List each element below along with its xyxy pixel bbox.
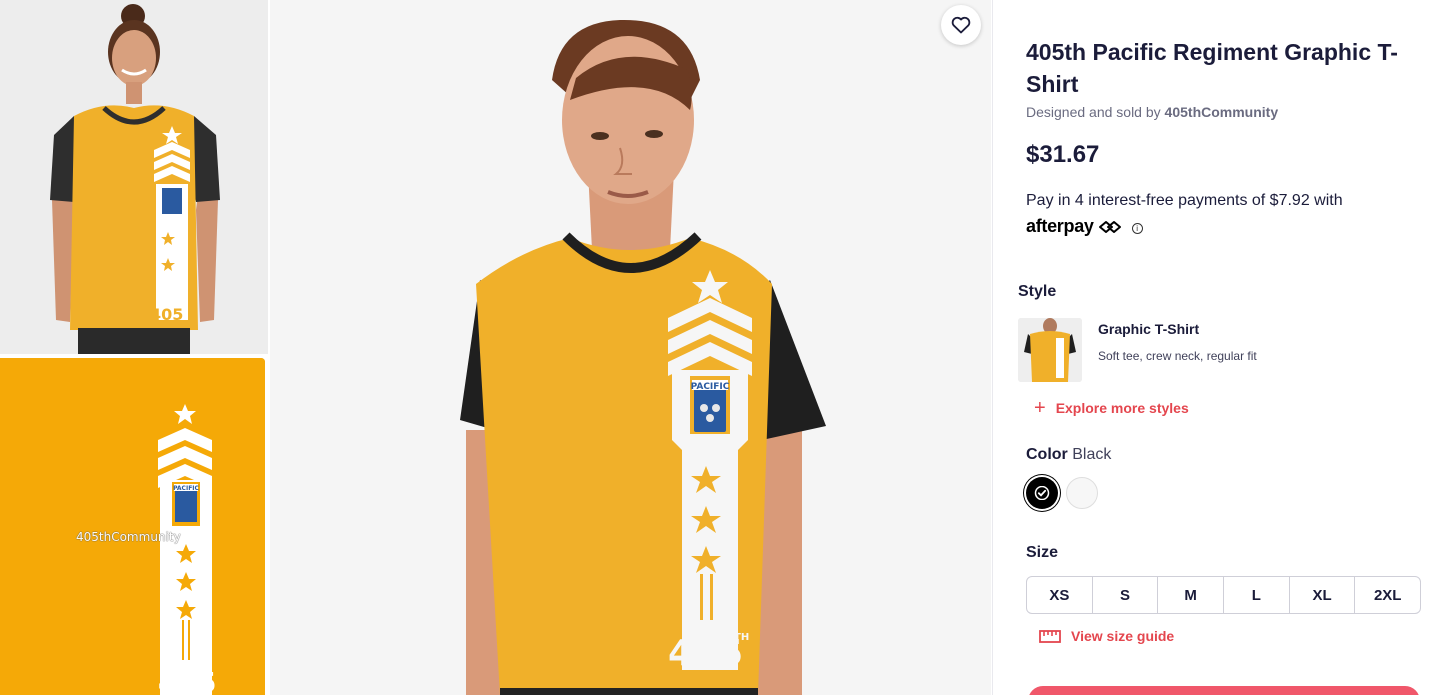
svg-text:405: 405	[150, 305, 183, 324]
style-thumbnail-image	[1018, 318, 1082, 382]
afterpay-row: afterpay i	[1026, 216, 1143, 237]
main-product-image[interactable]: PACIFIC 405 TH	[270, 0, 991, 695]
style-label: Style	[1018, 283, 1057, 300]
installments-text: Pay in 4 interest-free payments of $7.92…	[1026, 192, 1343, 209]
main-number-text: 405	[668, 633, 743, 674]
main-number-sup-text: TH	[734, 632, 749, 643]
thumbnail-model-woman[interactable]: 405	[0, 0, 268, 354]
product-details-panel: 405th Pacific Regiment Graphic T-Shirt D…	[992, 0, 1451, 695]
style-thumbnail[interactable]	[1018, 318, 1082, 382]
explore-more-styles-link[interactable]: + Explore more styles	[1034, 397, 1189, 419]
artist-link[interactable]: 405thCommunity	[1165, 104, 1279, 120]
afterpay-arrows-icon	[1098, 220, 1121, 233]
print-badge-text: PACIFIC	[173, 485, 199, 492]
size-selector: XS S M L XL 2XL	[1026, 576, 1421, 614]
size-option-xl[interactable]: XL	[1290, 577, 1356, 613]
size-option-l[interactable]: L	[1224, 577, 1290, 613]
product-title: 405th Pacific Regiment Graphic T-Shirt	[1026, 39, 1398, 97]
size-guide-link[interactable]: View size guide	[1039, 628, 1174, 644]
checkmark-icon	[1034, 486, 1050, 500]
thumbnail-print-design[interactable]: PACIFIC 405 405thCommunity	[0, 358, 265, 695]
info-icon[interactable]: i	[1131, 222, 1143, 234]
afterpay-logo: afterpay	[1026, 216, 1094, 236]
style-description: Soft tee, crew neck, regular fit	[1098, 349, 1257, 363]
print-number-text: 405	[158, 666, 216, 695]
product-price: $31.67	[1026, 141, 1100, 168]
main-badge-text: PACIFIC	[691, 382, 730, 392]
size-guide-label: View size guide	[1071, 628, 1175, 644]
color-swatch-white[interactable]	[1066, 477, 1098, 509]
size-option-2xl[interactable]: 2XL	[1355, 577, 1420, 613]
size-option-xs[interactable]: XS	[1027, 577, 1093, 613]
thumbnail-column: 405 PACIFIC 405 405thCommunity	[0, 0, 268, 695]
add-to-cart-button[interactable]	[1028, 686, 1420, 695]
plus-icon: +	[1034, 397, 1046, 419]
byline: Designed and sold by 405thCommunity	[1026, 104, 1278, 120]
size-label: Size	[1026, 544, 1059, 561]
color-swatch-black[interactable]	[1026, 477, 1058, 509]
woman-model-illustration: 405	[0, 0, 268, 354]
size-option-s[interactable]: S	[1093, 577, 1159, 613]
print-design-illustration: PACIFIC 405	[0, 358, 265, 695]
heart-icon	[951, 16, 971, 34]
watermark-text: 405thCommunity	[76, 530, 181, 544]
style-name: Graphic T-Shirt	[1098, 321, 1200, 337]
man-model-illustration: PACIFIC 405 TH	[270, 0, 991, 695]
size-option-m[interactable]: M	[1158, 577, 1225, 613]
byline-prefix: Designed and sold by	[1026, 104, 1161, 120]
color-row: Color Black	[1026, 446, 1111, 464]
color-selected-value: Black	[1072, 446, 1112, 463]
color-label: Color	[1026, 446, 1068, 463]
ruler-icon	[1039, 630, 1061, 643]
favorite-button[interactable]	[941, 5, 981, 45]
explore-more-styles-label: Explore more styles	[1055, 400, 1189, 416]
